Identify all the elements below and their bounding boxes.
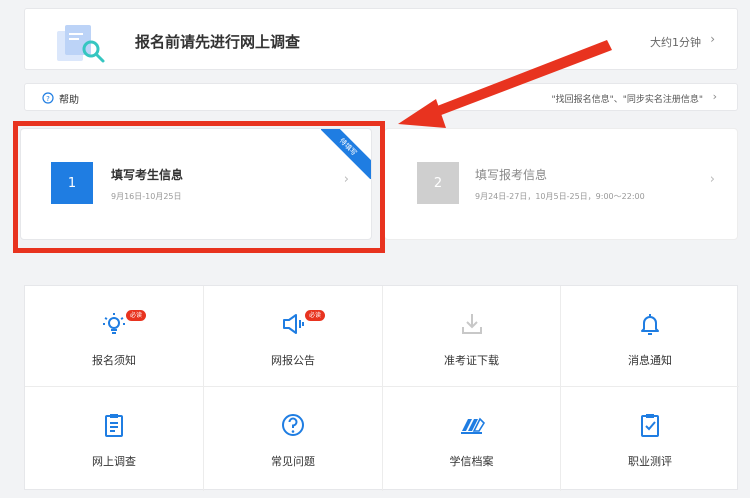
survey-title: 报名前请先进行网上调查 xyxy=(135,33,301,51)
step-card-fill-exam-info[interactable]: 2 填写报考信息 9月24日-27日，10月5日-25日，9:00～22:00 … xyxy=(384,128,738,240)
help-question-icon: ? xyxy=(42,92,54,104)
chevron-right-icon: › xyxy=(709,172,715,187)
status-ribbon: 待填写 xyxy=(321,129,371,179)
survey-document-icon xyxy=(57,25,105,63)
grid-item-academic-archive[interactable]: 学信档案 xyxy=(383,387,561,491)
grid-item-label: 准考证下载 xyxy=(444,354,499,367)
svg-text:?: ? xyxy=(46,95,50,103)
grid-item-notifications[interactable]: 消息通知 xyxy=(561,286,739,387)
help-label: 帮助 xyxy=(59,95,79,106)
step-date: 9月16日-10月25日 xyxy=(111,192,182,201)
grid-item-online-survey[interactable]: 网上调查 xyxy=(25,387,204,491)
grid-item-career-assessment[interactable]: 职业测评 xyxy=(561,387,739,491)
archive-icon xyxy=(460,417,485,434)
clipboard-icon xyxy=(105,414,123,437)
step-number: 2 xyxy=(417,162,459,204)
megaphone-icon xyxy=(283,314,304,334)
chevron-right-icon: › xyxy=(712,90,717,103)
grid-item-label: 网报公告 xyxy=(271,354,315,367)
question-icon xyxy=(282,414,304,436)
grid-item-announcement[interactable]: 必读 网报公告 xyxy=(204,286,383,387)
step-number: 1 xyxy=(51,162,93,204)
required-badge: 必读 xyxy=(126,310,147,321)
grid-item-label: 常见问题 xyxy=(271,455,315,468)
grid-item-label: 网上调查 xyxy=(92,455,136,468)
help-bar[interactable]: ? 帮助 "找回报名信息"、"同步实名注册信息" › xyxy=(24,83,738,111)
grid-item-label: 报名须知 xyxy=(92,354,136,367)
grid-item-registration-notice[interactable]: 必读 报名须知 xyxy=(25,286,204,387)
required-badge: 必读 xyxy=(305,310,326,321)
download-icon xyxy=(461,314,482,334)
grid-item-label: 消息通知 xyxy=(628,354,672,367)
help-links[interactable]: "找回报名信息"、"同步实名注册信息" xyxy=(551,92,703,105)
step-date: 9月24日-27日，10月5日-25日，9:00～22:00 xyxy=(475,192,645,201)
grid-item-faq[interactable]: 常见问题 xyxy=(204,387,383,491)
survey-time: 大约1分钟 xyxy=(650,36,701,49)
bulb-icon xyxy=(103,313,125,334)
status-ribbon-label: 待填写 xyxy=(321,129,371,179)
step-card-fill-candidate-info[interactable]: 1 填写考生信息 9月16日-10月25日 › 待填写 xyxy=(20,128,372,240)
step-title: 填写考生信息 xyxy=(111,168,184,182)
feature-grid: 必读 报名须知 必读 网报公告 准考证下载 消息通知 网上调查 常见问题 学信档… xyxy=(24,285,739,491)
chevron-right-icon: › xyxy=(710,32,715,46)
checklist-icon xyxy=(641,414,659,437)
grid-item-label: 学信档案 xyxy=(449,455,494,468)
step-title: 填写报考信息 xyxy=(475,168,548,182)
grid-item-admission-ticket-download[interactable]: 准考证下载 xyxy=(383,286,561,387)
survey-banner[interactable]: 报名前请先进行网上调查 大约1分钟 › xyxy=(24,8,738,70)
bell-icon xyxy=(641,314,659,335)
grid-item-label: 职业测评 xyxy=(628,455,672,468)
